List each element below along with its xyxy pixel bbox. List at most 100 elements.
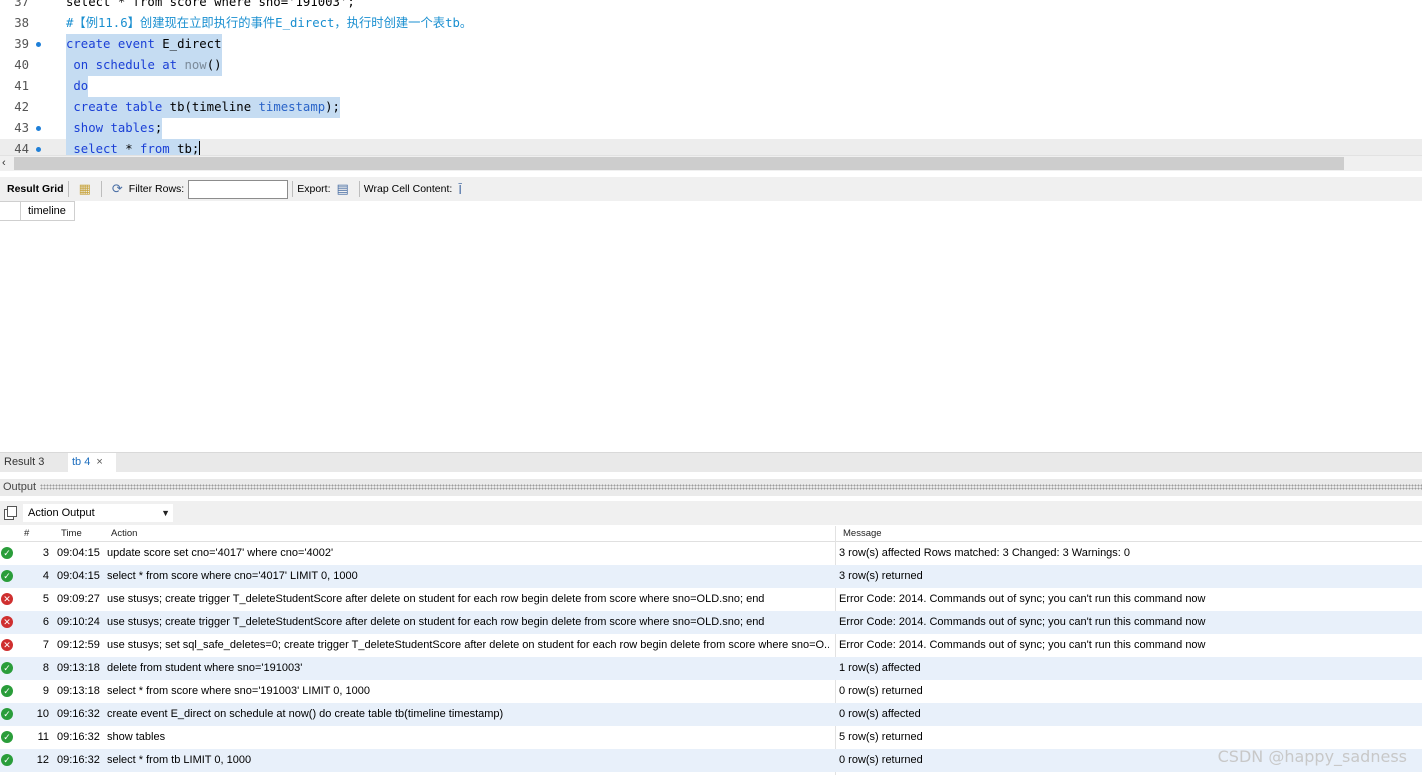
code-text: do [66,76,89,97]
statement-marker-icon[interactable] [36,42,41,47]
export-label: Export: [297,183,331,195]
cell-message: 0 row(s) returned [839,685,923,697]
code-token: table [125,100,163,114]
wrap-text-icon[interactable]: Ī [458,182,462,197]
check-circle-icon: ✓ [1,547,13,559]
text-caret [199,141,201,155]
grid-header: timeline [0,201,75,221]
tab-result-3[interactable]: Result 3 [0,453,48,472]
cell-message: 3 row(s) returned [839,570,923,582]
toolbar-separator [358,181,360,197]
column-header-num[interactable]: # [24,526,29,542]
cell-time: 09:16:32 [57,731,100,743]
cell-time: 09:13:18 [57,685,100,697]
export-icon[interactable]: ▤ [337,181,349,197]
line-number: 44 [14,142,29,155]
cell-action: update score set cno='4017' where cno='4… [107,547,334,559]
code-token: E_direct [154,37,222,51]
cell-num: 12 [36,754,49,766]
result-grid[interactable]: timeline [0,201,1422,453]
copy-icon[interactable] [4,506,17,520]
cell-time: 09:04:15 [57,547,100,559]
column-header-time[interactable]: Time [61,526,82,542]
code-token: show [66,121,104,135]
editor-horizontal-scrollbar[interactable]: ‹ [0,155,1422,171]
code-line[interactable]: 40 on schedule at now() [0,55,1422,76]
action-output-table: # Time Action Message ✓ 3 09:04:15 update s… [0,526,1422,775]
code-token: schedule [95,58,155,72]
tab-tb-4[interactable]: tb 4 × [68,453,116,472]
output-type-select[interactable]: Action Output ▼ [22,503,174,523]
status-cell: ✕ [1,611,15,634]
code-line[interactable]: 42 create table tb(timeline timestamp); [0,97,1422,118]
code-token: select [66,142,118,155]
code-token: from [140,142,170,155]
column-header-timeline[interactable]: timeline [21,201,75,221]
code-line[interactable]: 37 select * from score where sno='191003'… [0,0,1422,13]
code-token: event [117,37,155,51]
grid-view-icon[interactable]: ▦ [79,181,91,197]
code-line[interactable]: 38 #【例11.6】创建现在立即执行的事件E_direct，执行时创建一个表tb… [0,13,1422,34]
output-row[interactable]: ✓ 12 09:16:32 select * from tb LIMIT 0, 100… [0,749,1422,772]
line-number: 40 [14,58,29,72]
output-row[interactable]: ✓ 10 09:16:32 create event E_direct on sche… [0,703,1422,726]
panel-grip[interactable] [40,484,1422,490]
scroll-left-arrow-icon[interactable]: ‹ [2,157,6,169]
close-tab-icon[interactable]: × [96,456,102,468]
cell-time: 09:12:59 [57,639,100,651]
toolbar-separator [67,181,69,197]
code-line[interactable]: 44 select * from tb; [0,139,1422,155]
output-row[interactable]: ✓ 9 09:13:18 select * from score where sno=… [0,680,1422,703]
status-cell: ✓ [1,657,15,680]
sql-editor[interactable]: 37 select * from score where sno='191003'… [0,0,1422,155]
code-token: tables [110,121,155,135]
scrollbar-thumb[interactable] [14,157,1344,170]
code-token: create [66,37,111,51]
column-header-message[interactable]: Message [843,526,882,542]
code-text: create table tb(timeline timestamp); [66,97,340,118]
statement-marker-icon[interactable] [36,126,41,131]
x-circle-icon: ✕ [1,616,13,628]
cell-action: select * from tb LIMIT 0, 1000 [107,754,252,766]
output-row[interactable]: ✕ 6 09:10:24 use stusys; create trigger T_d… [0,611,1422,634]
cell-action: select * from score where cno='4017' LIM… [107,570,358,582]
sql-workbench-window: { "editor": { "lines": [ {"num": "37", "… [0,0,1422,775]
code-token: * [117,142,141,155]
code-line[interactable]: 41 do [0,76,1422,97]
cell-time: 09:04:15 [57,570,100,582]
output-row[interactable]: ✓ 11 09:16:32 show tables 5 row(s) returned [0,726,1422,749]
status-cell: ✓ [1,703,15,726]
code-token: ); [325,100,340,114]
cell-message: Error Code: 2014. Commands out of sync; … [839,593,1206,605]
code-line[interactable]: 43 show tables; [0,118,1422,139]
output-row[interactable]: ✓ 8 09:13:18 delete from student where sno=… [0,657,1422,680]
line-number: 38 [14,16,29,30]
output-row[interactable]: ✕ 7 09:12:59 use stusys; set sql_safe_delet… [0,634,1422,657]
cell-time: 09:16:32 [57,708,100,720]
cell-message: 3 row(s) affected Rows matched: 3 Change… [839,547,1131,559]
tab-label: tb 4 [72,456,91,468]
result-grid-label[interactable]: Result Grid [7,183,64,195]
grid-corner-cell[interactable] [0,201,21,221]
filter-rows-input[interactable] [188,179,289,199]
code-token: #【例11.6】创建现在立即执行的事件E_direct，执行时创建一个表tb。 [66,16,473,30]
code-token: tb(timeline [162,100,259,114]
filter-rows-label: Filter Rows: [128,183,185,195]
refresh-icon[interactable]: ⟳ [112,181,123,197]
toolbar-separator [100,181,102,197]
code-token: do [66,79,89,93]
cell-time: 09:16:32 [57,754,100,766]
cell-message: 5 row(s) returned [839,731,923,743]
output-row[interactable]: ✕ 5 09:09:27 use stusys; create trigger T_d… [0,588,1422,611]
cell-message: Error Code: 2014. Commands out of sync; … [839,616,1206,628]
statement-marker-icon[interactable] [36,147,41,152]
column-header-action[interactable]: Action [111,526,137,542]
result-tabs: Result 3 tb 4 × [0,452,1422,472]
code-line[interactable]: 39 create event E_direct [0,34,1422,55]
output-row[interactable]: ✓ 3 09:04:15 update score set cno='4017' wh… [0,542,1422,565]
code-token: at [162,58,178,72]
wrap-cell-content-label: Wrap Cell Content: [363,183,453,195]
toolbar-separator [292,181,294,197]
output-row[interactable]: ✓ 4 09:04:15 select * from score where cno=… [0,565,1422,588]
